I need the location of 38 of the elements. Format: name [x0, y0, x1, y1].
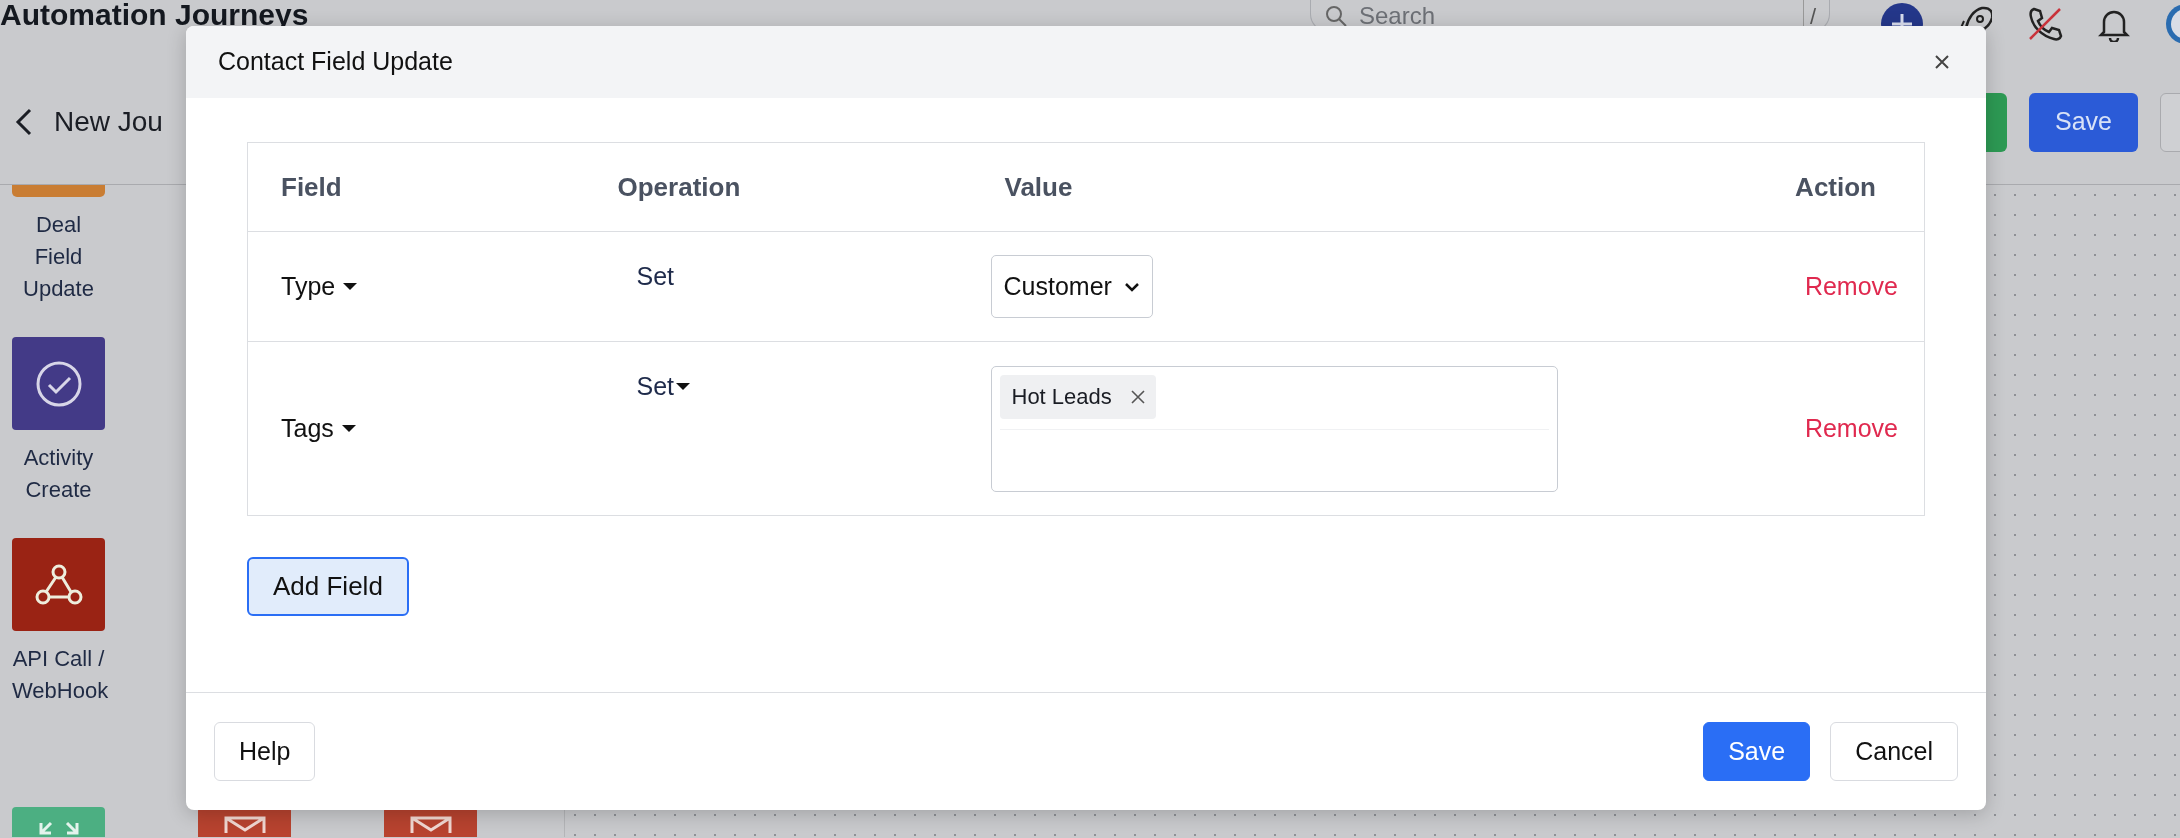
add-field-button[interactable]: Add Field	[247, 557, 409, 616]
chevron-down-icon	[1123, 281, 1140, 292]
close-icon[interactable]	[1129, 388, 1146, 405]
tile-label: Deal Field Update	[22, 211, 95, 303]
phone-off-icon[interactable]	[2026, 5, 2064, 43]
operation-text: Set	[636, 262, 675, 290]
column-header: Value	[989, 142, 1725, 232]
help-button[interactable]: Help	[214, 722, 316, 781]
back-icon[interactable]	[14, 107, 34, 137]
action-tile[interactable]	[12, 538, 105, 631]
field-dropdown[interactable]: Tags	[281, 410, 356, 448]
column-header: Operation	[617, 142, 990, 232]
column-header: Field	[247, 142, 618, 232]
column-header: Action	[1724, 142, 1925, 232]
remove-link[interactable]: Remove	[1804, 410, 1898, 448]
caret-icon	[343, 283, 358, 291]
action-tile[interactable]	[12, 807, 105, 837]
mail-icon	[222, 815, 267, 835]
save-button[interactable]: Save	[1703, 722, 1811, 781]
caret-icon	[676, 383, 691, 391]
action-tile[interactable]	[12, 185, 105, 197]
modal-title: Contact Field Update	[218, 46, 453, 78]
operation-dropdown[interactable]: Set	[636, 368, 691, 406]
app-title: Automation Journeys	[0, 0, 309, 30]
action-tile[interactable]	[12, 337, 105, 430]
search-icon	[1324, 4, 1348, 28]
close-icon	[1934, 54, 1950, 70]
save-button[interactable]: Save	[2029, 92, 2138, 152]
tile-label: Activity Create	[22, 444, 95, 504]
value-select[interactable]: Customer	[990, 255, 1153, 318]
journey-title: New Jou	[54, 105, 163, 139]
caret-icon	[341, 425, 356, 433]
field-dropdown[interactable]: Type	[281, 268, 358, 306]
remove-link[interactable]: Remove	[1804, 268, 1898, 306]
tags-input[interactable]: Hot Leads	[990, 365, 1558, 492]
mail-icon	[408, 815, 453, 835]
cancel-button[interactable]: Cancel	[1830, 722, 1958, 781]
tag-label: Hot Leads	[1011, 383, 1112, 411]
